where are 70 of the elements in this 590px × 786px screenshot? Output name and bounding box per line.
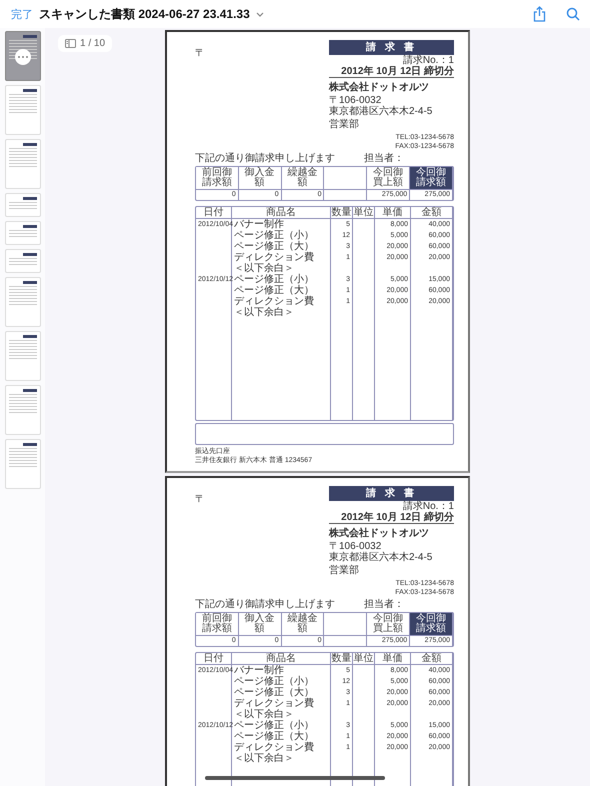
table-cell: バナー制作 — [232, 665, 331, 676]
company-address: 東京都港区六本木2-4-5 — [329, 552, 432, 563]
table-cell: ページ修正（小） — [232, 274, 331, 285]
header-cell: 単価 — [375, 653, 411, 665]
table-cell: ページ修正（大） — [232, 241, 331, 252]
invoice-title: 請 求 書 — [329, 40, 454, 55]
table-cell: ページ修正（小） — [232, 720, 331, 731]
page-thumbnail[interactable] — [4, 31, 40, 81]
header-cell: 商品名 — [232, 207, 331, 219]
table-cell: ＜以下余白＞ — [232, 753, 331, 764]
header-cell: 日付 — [196, 207, 232, 219]
contact-label: 担当者： — [364, 153, 404, 164]
header-cell: 商品名 — [232, 653, 331, 665]
header-cell: 単位 — [353, 207, 375, 219]
header-cell: 単価 — [375, 207, 411, 219]
page-indicator[interactable]: 1 / 10 — [58, 35, 112, 52]
postal-code: 〒106-0032 — [329, 95, 382, 106]
table-cell: ページ修正（小） — [232, 676, 331, 687]
postal-code: 〒106-0032 — [329, 541, 382, 552]
table-cell: ページ修正（大） — [232, 285, 331, 296]
search-icon — [566, 7, 580, 21]
share-icon — [533, 6, 546, 22]
postal-mark: 〒 — [195, 48, 205, 61]
header-cell: 今回御請求額 — [410, 167, 453, 190]
invoice-number: 請求No.：1 — [402, 55, 454, 66]
table-cell: ページ修正（大） — [232, 731, 331, 742]
header-cell: 数量 — [331, 653, 353, 665]
table-cell: バナー制作 — [232, 219, 331, 230]
header-cell: 金額 — [411, 653, 453, 665]
invoice-message: 下記の通り御請求申し上げます — [195, 153, 335, 164]
header-cell: 前回御請求額 — [196, 613, 239, 636]
document-title: スキャンした書類 2024-06-27 23.41.33 — [39, 6, 250, 22]
invoice-message: 下記の通り御請求申し上げます — [195, 599, 335, 610]
table-cell: ＜以下余白＞ — [232, 307, 331, 318]
header-cell: 数量 — [331, 207, 353, 219]
sidebar-icon — [65, 39, 76, 48]
header-cell: 今回御買上額 — [367, 613, 410, 636]
chevron-down-icon[interactable] — [256, 12, 264, 16]
table-cell: ＜以下余白＞ — [232, 263, 331, 274]
header-cell: 日付 — [196, 653, 232, 665]
company-name: 株式会社ドットオルツ — [329, 82, 429, 93]
contact-label: 担当者： — [364, 599, 404, 610]
header-cell: 今回御請求額 — [410, 613, 453, 636]
header-cell: 御入金額 — [238, 167, 282, 190]
done-link[interactable]: 完了 — [11, 6, 33, 22]
table-cell: ディレクション費 — [232, 252, 331, 263]
table-cell: ディレクション費 — [232, 698, 331, 709]
table-cell: ページ修正（小） — [232, 230, 331, 241]
share-button[interactable] — [533, 6, 546, 22]
company-address: 東京都港区六本木2-4-5 — [329, 106, 432, 117]
search-button[interactable] — [566, 7, 580, 21]
invoice-title: 請 求 書 — [329, 486, 454, 501]
postal-mark: 〒 — [195, 494, 205, 507]
invoice-number: 請求No.：1 — [402, 501, 454, 512]
header-cell: 前回御請求額 — [196, 167, 239, 190]
table-cell: ページ修正（大） — [232, 687, 331, 698]
header-cell: 繰越金額 — [282, 167, 324, 190]
table-cell: ＜以下余白＞ — [232, 709, 331, 720]
company-name: 株式会社ドットオルツ — [329, 528, 429, 539]
closing-date: 2012年 10月 12日 締切分 — [329, 512, 454, 524]
department: 営業部 — [329, 119, 359, 130]
department: 営業部 — [329, 565, 359, 576]
table-cell: ディレクション費 — [232, 296, 331, 307]
header-cell: 繰越金額 — [282, 613, 324, 636]
table-cell: ディレクション費 — [232, 742, 331, 753]
header-cell: 今回御買上額 — [367, 167, 410, 190]
header-cell: 御入金額 — [238, 613, 282, 636]
header-cell: 単位 — [353, 653, 375, 665]
header-cell: 金額 — [411, 207, 453, 219]
closing-date: 2012年 10月 12日 締切分 — [329, 66, 454, 78]
